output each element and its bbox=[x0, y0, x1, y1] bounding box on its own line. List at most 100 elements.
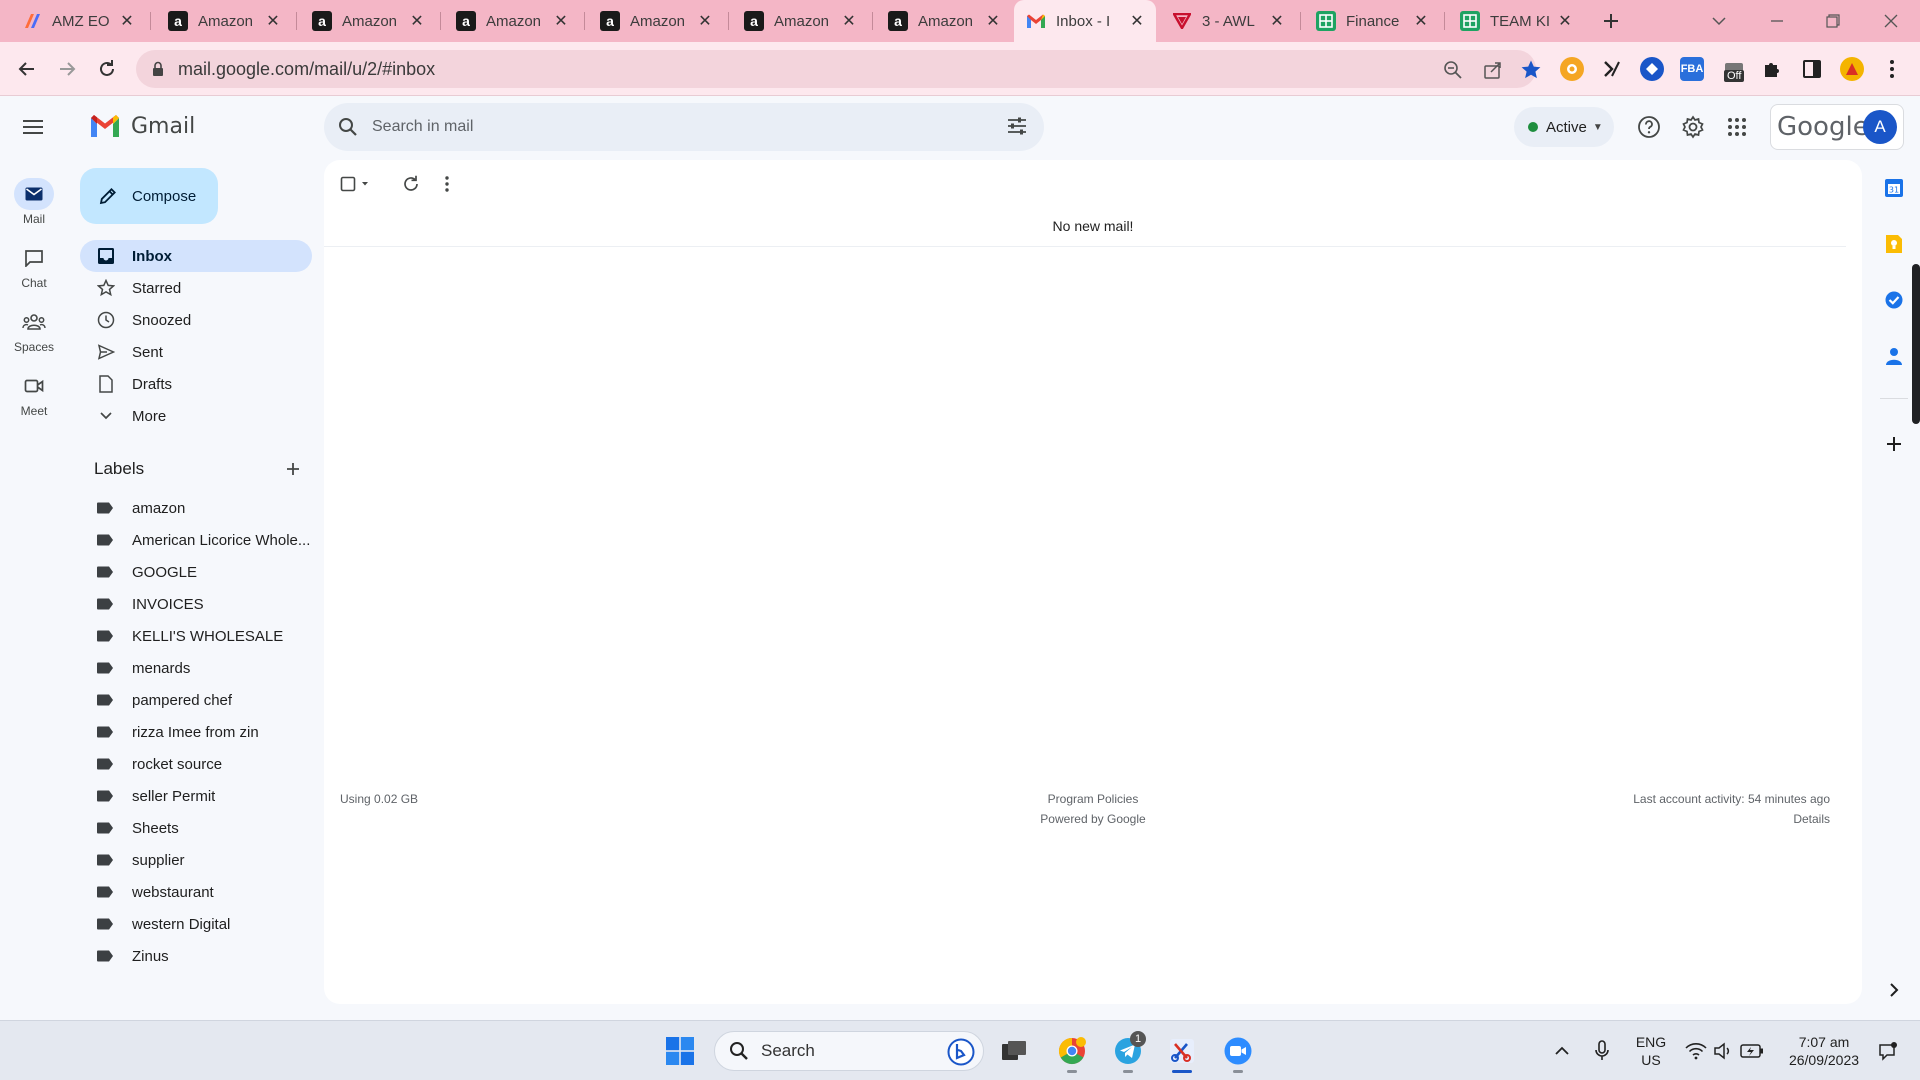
extension-orange-icon[interactable] bbox=[1560, 57, 1584, 81]
label-item[interactable]: pampered chef bbox=[80, 684, 312, 716]
chrome-icon[interactable] bbox=[1056, 1035, 1088, 1067]
calendar-icon[interactable]: 31 bbox=[1882, 176, 1906, 200]
gmail-logo[interactable]: Gmail bbox=[89, 113, 195, 139]
close-icon[interactable]: ✕ bbox=[984, 12, 1002, 30]
browser-tab[interactable]: a Amazon ✕ bbox=[588, 6, 724, 36]
browser-menu-icon[interactable] bbox=[1880, 57, 1904, 81]
close-icon[interactable]: ✕ bbox=[840, 12, 858, 30]
close-icon[interactable]: ✕ bbox=[118, 12, 136, 30]
label-item[interactable]: American Licorice Whole... bbox=[80, 524, 312, 556]
task-view-icon[interactable] bbox=[998, 1035, 1030, 1067]
clock[interactable]: 7:07 am 26/09/2023 bbox=[1776, 1033, 1872, 1069]
search-options-icon[interactable] bbox=[1006, 115, 1028, 137]
battery-icon[interactable] bbox=[1736, 1035, 1768, 1067]
zoom-icon[interactable] bbox=[1442, 59, 1464, 81]
label-item[interactable]: INVOICES bbox=[80, 588, 312, 620]
snipping-tool-icon[interactable] bbox=[1166, 1035, 1198, 1067]
label-item[interactable]: amazon bbox=[80, 492, 312, 524]
taskbar-search[interactable]: Search bbox=[714, 1031, 984, 1071]
browser-tab[interactable]: 3 - AWL ✕ bbox=[1160, 6, 1296, 36]
rail-item-chat[interactable]: Chat bbox=[4, 242, 64, 290]
rail-item-meet[interactable]: Meet bbox=[4, 370, 64, 418]
tasks-icon[interactable] bbox=[1882, 288, 1906, 312]
close-icon[interactable]: ✕ bbox=[1556, 12, 1574, 30]
browser-tab[interactable]: a Amazon ✕ bbox=[156, 6, 292, 36]
forward-button[interactable] bbox=[52, 54, 82, 84]
get-addons-icon[interactable] bbox=[1882, 432, 1906, 456]
zoom-app-icon[interactable] bbox=[1222, 1035, 1254, 1067]
label-item[interactable]: Sheets bbox=[80, 812, 312, 844]
extensions-puzzle-icon[interactable] bbox=[1760, 57, 1784, 81]
main-menu-icon[interactable] bbox=[20, 114, 46, 140]
browser-tab[interactable]: TEAM KI ✕ bbox=[1448, 6, 1584, 36]
extension-blue-icon[interactable] bbox=[1640, 57, 1664, 81]
browser-tab[interactable]: a Amazon ✕ bbox=[300, 6, 436, 36]
label-item[interactable]: rocket source bbox=[80, 748, 312, 780]
label-item[interactable]: western Digital bbox=[80, 908, 312, 940]
back-button[interactable] bbox=[12, 54, 42, 84]
close-icon[interactable]: ✕ bbox=[696, 12, 714, 30]
apps-grid-icon[interactable] bbox=[1724, 114, 1750, 140]
restore-button[interactable] bbox=[1820, 8, 1846, 34]
extension-arrow-icon[interactable] bbox=[1600, 57, 1624, 81]
label-item[interactable]: KELLI'S WHOLESALE bbox=[80, 620, 312, 652]
nav-item-drafts[interactable]: Drafts bbox=[80, 368, 312, 400]
label-item[interactable]: supplier bbox=[80, 844, 312, 876]
close-icon[interactable]: ✕ bbox=[1268, 12, 1286, 30]
browser-tab[interactable]: a Amazon ✕ bbox=[444, 6, 580, 36]
label-item[interactable]: rizza Imee from zin bbox=[80, 716, 312, 748]
browser-tab[interactable]: a Amazon ✕ bbox=[732, 6, 868, 36]
search-input[interactable]: Search in mail bbox=[324, 103, 1044, 151]
share-icon[interactable] bbox=[1482, 59, 1504, 81]
new-tab-button[interactable] bbox=[1598, 8, 1624, 34]
nav-item-sent[interactable]: Sent bbox=[80, 336, 312, 368]
rail-item-spaces[interactable]: Spaces bbox=[4, 306, 64, 354]
label-item[interactable]: GOOGLE bbox=[80, 556, 312, 588]
label-item[interactable]: webstaurant bbox=[80, 876, 312, 908]
bing-icon[interactable] bbox=[947, 1038, 975, 1066]
browser-tab[interactable]: a Amazon ✕ bbox=[876, 6, 1012, 36]
chevron-up-icon[interactable] bbox=[1546, 1035, 1578, 1067]
close-icon[interactable]: ✕ bbox=[408, 12, 426, 30]
label-item[interactable]: seller Permit bbox=[80, 780, 312, 812]
reload-button[interactable] bbox=[92, 54, 122, 84]
bookmark-star-icon[interactable] bbox=[1520, 59, 1542, 81]
label-item[interactable]: menards bbox=[80, 652, 312, 684]
side-panel-icon[interactable] bbox=[1800, 57, 1824, 81]
account-switcher[interactable]: Google A bbox=[1770, 104, 1904, 150]
address-bar[interactable]: mail.google.com/mail/u/2/#inbox bbox=[136, 50, 1541, 88]
label-item[interactable]: Zinus bbox=[80, 940, 312, 972]
rail-item-mail[interactable]: Mail bbox=[4, 178, 64, 226]
keep-icon[interactable] bbox=[1882, 232, 1906, 256]
minimize-button[interactable] bbox=[1764, 8, 1790, 34]
close-window-button[interactable] bbox=[1878, 8, 1904, 34]
profile-avatar-icon[interactable] bbox=[1840, 57, 1864, 81]
close-icon[interactable]: ✕ bbox=[1412, 12, 1430, 30]
select-all-checkbox[interactable] bbox=[340, 172, 372, 196]
settings-gear-icon[interactable] bbox=[1680, 114, 1706, 140]
program-policies-link[interactable]: Program Policies bbox=[324, 792, 1862, 806]
hide-side-panel-icon[interactable] bbox=[1882, 978, 1906, 1002]
browser-tab[interactable]: Finance ✕ bbox=[1304, 6, 1440, 36]
help-icon[interactable] bbox=[1636, 114, 1662, 140]
refresh-icon[interactable] bbox=[402, 172, 420, 196]
nav-item-more[interactable]: More bbox=[80, 400, 312, 432]
windows-start-icon[interactable] bbox=[664, 1035, 696, 1067]
search-icon[interactable] bbox=[338, 117, 358, 137]
language-indicator[interactable]: ENG US bbox=[1630, 1033, 1672, 1069]
nav-item-inbox[interactable]: Inbox bbox=[80, 240, 312, 272]
close-icon[interactable]: ✕ bbox=[264, 12, 282, 30]
create-label-button[interactable] bbox=[282, 458, 304, 480]
scrollbar[interactable] bbox=[1912, 264, 1920, 424]
details-link[interactable]: Details bbox=[1793, 812, 1830, 826]
notification-center-icon[interactable] bbox=[1872, 1035, 1904, 1067]
tab-search-icon[interactable] bbox=[1706, 8, 1732, 34]
avatar[interactable]: A bbox=[1863, 110, 1897, 144]
compose-button[interactable]: Compose bbox=[80, 168, 218, 224]
extension-fba-icon[interactable]: FBA bbox=[1680, 57, 1704, 81]
nav-item-starred[interactable]: Starred bbox=[80, 272, 312, 304]
browser-tab[interactable]: AMZ EO ✕ bbox=[10, 6, 146, 36]
browser-tab-active[interactable]: Inbox - I ✕ bbox=[1014, 0, 1156, 42]
more-options-icon[interactable] bbox=[444, 172, 450, 196]
contacts-icon[interactable] bbox=[1882, 344, 1906, 368]
